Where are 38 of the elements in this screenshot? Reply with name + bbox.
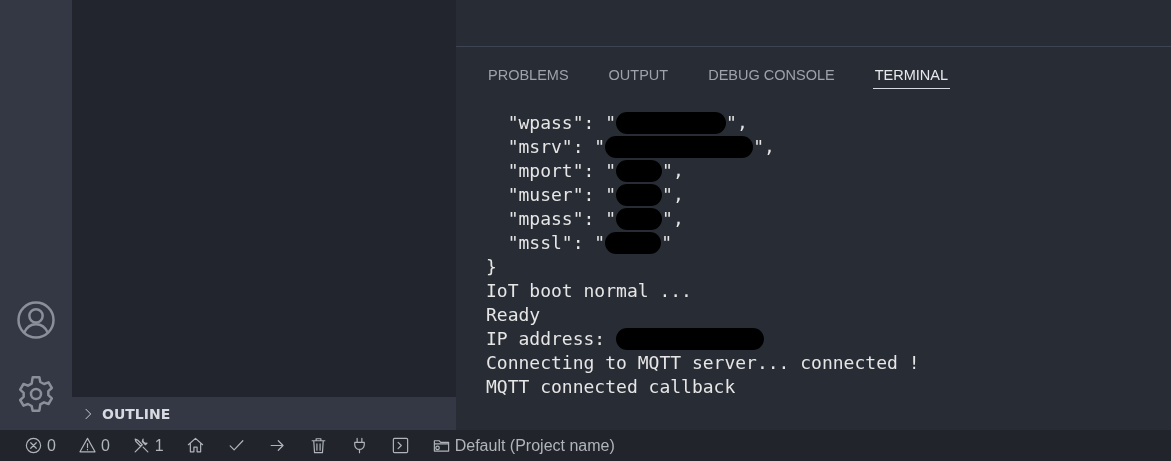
terminal-text: " xyxy=(661,231,673,255)
redaction-mark xyxy=(616,184,663,206)
error-icon xyxy=(24,436,43,455)
status-text[interactable]: 0 xyxy=(100,436,110,455)
terminal-text: IP address: xyxy=(486,327,607,351)
status-text[interactable]: 1 xyxy=(154,436,164,455)
terminal-text: ", xyxy=(662,183,684,207)
redaction-mark xyxy=(616,160,663,182)
terminal-text: ", xyxy=(753,135,775,159)
terminal-text: "mport": " xyxy=(506,159,617,183)
settings-icon[interactable] xyxy=(16,374,56,414)
home-icon[interactable] xyxy=(185,436,205,455)
panel-tab[interactable]: DEBUG CONSOLE xyxy=(706,65,837,89)
terminal-text: ", xyxy=(662,207,684,231)
terminal-text: } xyxy=(486,255,497,279)
warning-icon xyxy=(77,436,97,455)
panel-tab[interactable]: TERMINAL xyxy=(872,65,951,89)
status-text[interactable]: 0 xyxy=(47,436,56,455)
terminal-text: MQTT connected callback xyxy=(486,375,736,399)
terminal-text: ", xyxy=(726,111,748,135)
terminal-text: "mpass": " xyxy=(506,207,617,231)
terminal-text: "mssl": " xyxy=(506,231,606,255)
terminal-text: "msrv": " xyxy=(506,135,606,159)
section-title: OUTLINE xyxy=(102,405,171,422)
redaction-mark xyxy=(605,232,662,254)
panel-tab[interactable]: OUTPUT xyxy=(606,65,671,89)
terminal-text: "wpass": " xyxy=(506,111,617,135)
redaction-mark xyxy=(616,208,663,230)
terminal-text: ", xyxy=(662,159,684,183)
terminal-text: Ready xyxy=(486,303,541,327)
terminal-text: Connecting to MQTT server... connected ! xyxy=(486,351,920,375)
account-icon[interactable] xyxy=(16,300,56,340)
terminal-text: IoT boot normal ... xyxy=(486,279,692,303)
panel-tab[interactable]: PROBLEMS xyxy=(486,65,571,89)
terminal-icon[interactable] xyxy=(390,436,410,455)
status-text[interactable]: Default (Project name) xyxy=(454,436,615,455)
terminal-text: "muser": " xyxy=(506,183,617,207)
section-header[interactable]: OUTLINE xyxy=(72,397,456,430)
